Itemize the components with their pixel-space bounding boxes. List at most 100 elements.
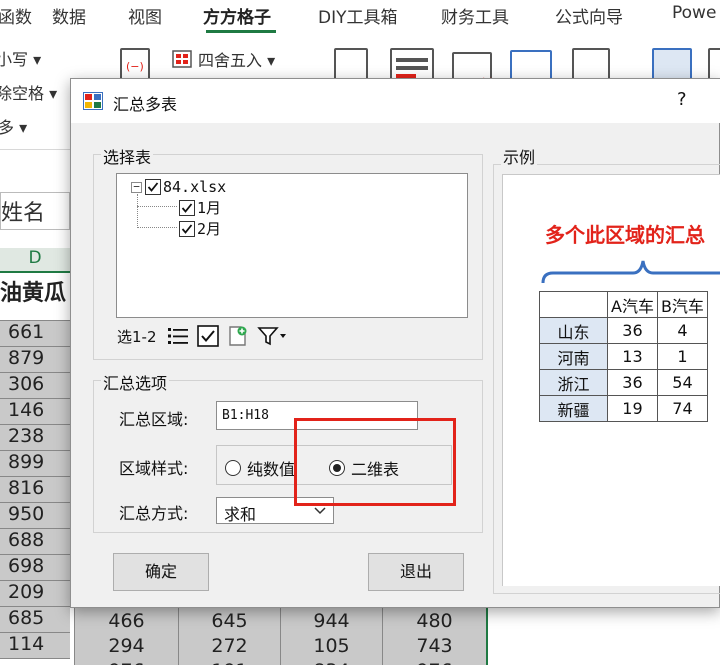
sheet-checkbox[interactable] — [179, 220, 195, 237]
table-cell: 54 — [656, 369, 708, 396]
method-value: 求和 — [224, 505, 257, 524]
style-label: 区域样式: — [119, 459, 189, 478]
summarize-sheets-dialog: 汇总多表 ? 选择表 − 84.xlsx 1月 2月 选1-2 汇总选项 汇总区… — [70, 78, 720, 608]
sheet-name: 1月 — [197, 199, 222, 217]
sheet-checkbox[interactable] — [179, 199, 195, 216]
data-cell[interactable]: 698 — [0, 555, 70, 581]
radio-label: 纯数值 — [247, 460, 296, 479]
exit-button[interactable]: 退出 — [368, 553, 464, 591]
tab-view[interactable]: 视图 — [128, 3, 162, 28]
workbook-name: 84.xlsx — [163, 178, 227, 196]
active-tab-indicator — [206, 30, 276, 33]
tab-data[interactable]: 数据 — [52, 3, 86, 28]
data-cell[interactable]: 146 — [0, 399, 70, 425]
radio-plain-values[interactable]: 纯数值 — [225, 456, 295, 480]
round-button[interactable]: 四舍五入 ▾ — [172, 47, 275, 71]
sheet-name: 2月 — [197, 220, 222, 238]
column-tail-f[interactable]: 645 272 191 — [178, 598, 280, 665]
tab-finance-tools[interactable]: 财务工具 — [441, 3, 509, 28]
row-header: 新疆 — [539, 395, 608, 422]
range-label: 汇总区域: — [119, 410, 189, 429]
data-cell: 976 — [75, 660, 178, 665]
data-cell: 272 — [211, 635, 248, 657]
table-cell: 74 — [656, 395, 708, 422]
data-cell: 834 — [281, 660, 382, 665]
tree-connector — [137, 227, 177, 228]
more-button[interactable]: 更多 ▾ — [0, 114, 27, 138]
select-sheets-label: 选择表 — [101, 144, 154, 168]
check-all-icon[interactable] — [196, 325, 219, 347]
column-header-d[interactable]: D — [0, 248, 70, 273]
filter-icon[interactable] — [256, 325, 287, 347]
data-cell[interactable]: 306 — [0, 373, 70, 399]
data-cell[interactable]: 114 — [0, 633, 70, 659]
tab-diy-toolbox[interactable]: DIY工具箱 — [318, 3, 398, 28]
table-cell: 1 — [656, 343, 708, 370]
table-cell: 36 — [607, 369, 658, 396]
table-cell: 36 — [607, 317, 658, 344]
data-cell[interactable]: 209 — [0, 581, 70, 607]
workbook-checkbox[interactable] — [145, 179, 161, 195]
data-cell: 743 — [416, 635, 453, 657]
col-header: B汽车 — [656, 291, 708, 318]
case-button[interactable]: 大小写 ▾ — [0, 46, 41, 70]
tab-functions[interactable]: 函数 — [0, 3, 32, 28]
data-cell[interactable]: 661 — [0, 321, 70, 347]
tree-connector — [137, 194, 138, 228]
add-file-icon[interactable] — [227, 325, 249, 347]
highlight-box — [294, 418, 456, 506]
column-tail-h[interactable]: 480 743 976 — [382, 598, 486, 665]
example-title: 多个此区域的汇总 — [545, 223, 705, 247]
data-cell[interactable]: 879 — [0, 347, 70, 373]
table-cell: 19 — [607, 395, 658, 422]
name-box[interactable]: 姓名 — [0, 192, 70, 230]
tree-node-sheet[interactable]: 1月 — [179, 197, 221, 218]
tab-fangfang[interactable]: 方方格子 — [203, 3, 271, 28]
column-tail-g[interactable]: 944 105 834 — [280, 598, 382, 665]
data-cell[interactable]: 950 — [0, 503, 70, 529]
collapse-icon[interactable]: − — [131, 181, 142, 193]
data-cell[interactable]: 899 — [0, 451, 70, 477]
method-label: 汇总方式: — [119, 504, 189, 523]
remove-spaces-button[interactable]: 删除空格 ▾ — [0, 80, 57, 104]
table-cell: 4 — [656, 317, 708, 344]
table-row: 浙江 36 54 — [539, 369, 708, 396]
tab-formula-wizard[interactable]: 公式向导 — [555, 3, 623, 28]
ok-button[interactable]: 确定 — [113, 553, 209, 591]
example-preview: 多个此区域的汇总 A汽车 B汽车 山东 36 4 河南 13 1 浙江 36 5… — [502, 174, 720, 586]
round-icon — [172, 50, 192, 68]
table-row: 新疆 19 74 — [539, 395, 708, 422]
selection-text: 选1-2 — [117, 327, 157, 346]
example-table: A汽车 B汽车 山东 36 4 河南 13 1 浙江 36 54 新疆 19 7 — [539, 291, 708, 422]
table-corner — [539, 291, 608, 318]
tree-connector — [137, 206, 177, 207]
data-cell[interactable]: 238 — [0, 425, 70, 451]
tree-node-sheet[interactable]: 2月 — [179, 218, 221, 239]
tree-node-workbook[interactable]: − 84.xlsx — [131, 178, 226, 196]
row-header: 河南 — [539, 343, 608, 370]
data-cell: 645 — [211, 610, 248, 632]
radio-button[interactable] — [225, 460, 241, 476]
col-header: A汽车 — [607, 291, 658, 318]
row-header: 浙江 — [539, 369, 608, 396]
list-icon[interactable] — [167, 326, 189, 346]
sheet-tree[interactable]: − 84.xlsx 1月 2月 — [116, 173, 468, 318]
app-icon — [83, 92, 103, 110]
column-tail-e[interactable]: 466 294 976 — [74, 598, 178, 665]
table-row: 河南 13 1 — [539, 343, 708, 370]
selection-border — [486, 598, 488, 665]
data-cell[interactable]: 685 — [0, 607, 70, 633]
row-header: 山东 — [539, 317, 608, 344]
data-cell: 294 — [108, 635, 145, 657]
help-button[interactable]: ? — [677, 89, 687, 110]
header-cell[interactable]: 油黄瓜 — [0, 275, 70, 321]
data-cell: 944 — [313, 610, 350, 632]
data-cell[interactable]: 688 — [0, 529, 70, 555]
tab-power[interactable]: Powe — [672, 3, 716, 23]
dialog-titlebar[interactable]: 汇总多表 ? — [71, 79, 720, 123]
table-row: 山东 36 4 — [539, 317, 708, 344]
curly-brace-icon — [541, 260, 720, 284]
data-cell[interactable]: 816 — [0, 477, 70, 503]
excel-menubar: 函数 数据 视图 方方格子 DIY工具箱 财务工具 公式向导 Powe — [0, 0, 720, 34]
data-cell: 191 — [179, 660, 280, 665]
